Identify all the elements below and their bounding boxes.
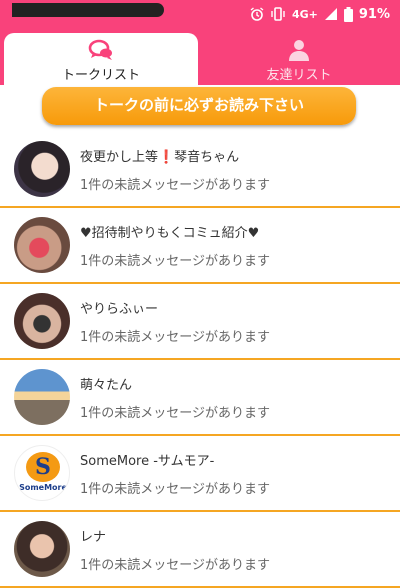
read-before-talk-button[interactable]: トークの前に必ずお読み下さい [42,87,356,125]
list-item[interactable]: やりらふぃー 1件の未読メッセージがあります [0,284,400,360]
avatar [14,369,70,425]
vibrate-icon [271,7,285,21]
status-bar: 4G+ 91% [0,0,400,30]
somemore-logo-text: SomeMore [19,483,67,492]
item-message: 1件の未読メッセージがあります [80,178,271,193]
item-title: 夜更かし上等❗琴音ちゃん [80,150,240,165]
talk-list: 夜更かし上等❗琴音ちゃん 1件の未読メッセージがあります ♥招待制やりもくコミュ… [0,132,400,588]
list-item[interactable]: ♥招待制やりもくコミュ紹介♥ 1件の未読メッセージがあります [0,208,400,284]
item-message: 1件の未読メッセージがあります [80,330,271,345]
status-icons: 4G+ 91% [250,5,390,23]
item-message: 1件の未読メッセージがあります [80,482,271,497]
person-icon [289,40,309,61]
somemore-logo-avatar: S SomeMore [14,445,70,501]
battery-level: 91% [358,6,390,22]
item-title: 萌々たん [80,378,133,393]
item-title: やりらふぃー [80,302,159,317]
item-title: レナ [80,530,107,545]
tab-talk-list[interactable]: トークリスト [4,33,198,85]
list-item[interactable]: 萌々たん 1件の未読メッセージがあります [0,360,400,436]
avatar [14,521,70,577]
list-item[interactable]: S SomeMore SomeMore -サムモア- 1件の未読メッセージがあり… [0,436,400,512]
signal-icon [324,8,337,20]
tab-friend-list[interactable]: 友達リスト [202,33,396,85]
item-title: SomeMore -サムモア- [80,454,215,469]
item-message: 1件の未読メッセージがあります [80,558,271,573]
item-message: 1件の未読メッセージがあります [80,254,271,269]
item-title: ♥招待制やりもくコミュ紹介♥ [80,226,260,241]
avatar [14,141,70,197]
list-item[interactable]: レナ 1件の未読メッセージがあります [0,512,400,588]
tab-friend-list-label: 友達リスト [266,68,332,83]
redacted-area [12,3,164,17]
battery-icon [343,6,353,22]
tab-talk-list-label: トークリスト [61,68,140,83]
list-item[interactable]: 夜更かし上等❗琴音ちゃん 1件の未読メッセージがあります [0,132,400,208]
item-message: 1件の未読メッセージがあります [80,406,271,421]
chat-bubbles-icon [88,39,112,60]
alarm-icon [250,7,264,21]
somemore-logo-icon: S [26,452,60,482]
network-type: 4G+ [291,7,318,21]
tab-bar: トークリスト 友達リスト [0,30,400,85]
avatar [14,217,70,273]
avatar [14,293,70,349]
